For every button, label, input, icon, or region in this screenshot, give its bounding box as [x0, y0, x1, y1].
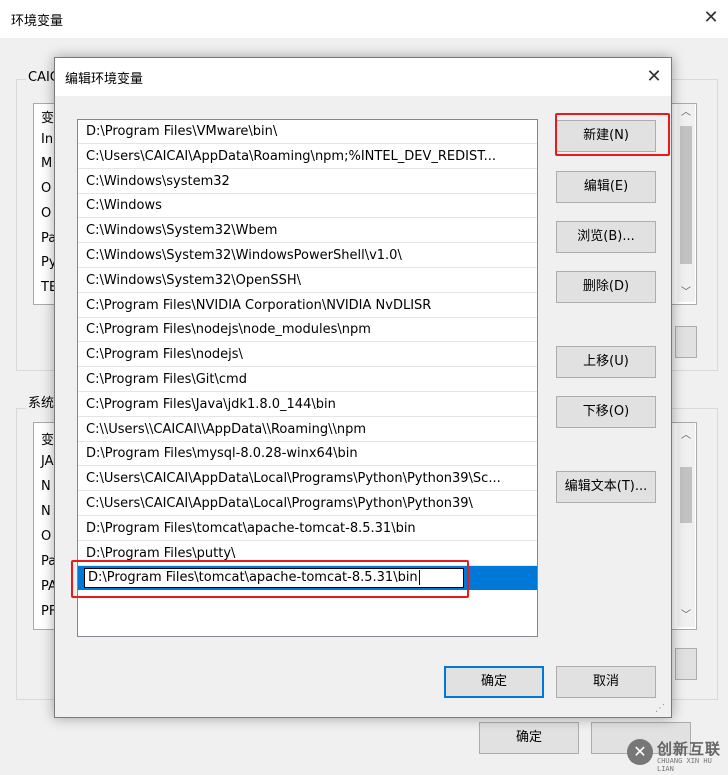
- bg-system-button[interactable]: [675, 648, 697, 680]
- path-text: C:\Windows: [86, 198, 162, 214]
- scroll-up-icon[interactable]: ︿: [677, 427, 695, 445]
- path-text: C:\Windows\System32\Wbem: [86, 223, 278, 239]
- path-list-item[interactable]: C:\Windows: [78, 194, 537, 219]
- path-text: C:\Users\CAICAI\AppData\Local\Programs\P…: [86, 471, 501, 487]
- path-list-item[interactable]: C:\Program Files\Git\cmd: [78, 368, 537, 392]
- text-caret: [418, 570, 420, 585]
- system-variable-row[interactable]: N: [41, 479, 51, 494]
- path-text: C:\\Users\\CAICAI\\AppData\\Roaming\\npm: [86, 421, 366, 437]
- system-variable-row[interactable]: JA: [41, 454, 54, 469]
- path-list-item[interactable]: D:\Program Files\putty\: [78, 542, 537, 566]
- path-list-item[interactable]: C:\Windows\System32\Wbem: [78, 219, 537, 244]
- path-list-item[interactable]: C:\Program Files\Java\jdk1.8.0_144\bin: [78, 393, 537, 417]
- bg-user-button[interactable]: [675, 326, 697, 358]
- user-variable-row[interactable]: In: [41, 132, 53, 147]
- path-text: C:\Windows\system32: [86, 173, 230, 189]
- resize-grip-icon[interactable]: ⋰: [655, 703, 667, 715]
- path-list-item[interactable]: C:\Program Files\nodejs\node_modules\npm: [78, 318, 537, 343]
- scroll-down-icon[interactable]: ﹀: [677, 607, 695, 625]
- path-text: D:\Program Files\putty\: [86, 545, 236, 561]
- edit-text-button[interactable]: 编辑文本(T)...: [556, 471, 656, 503]
- scroll-down-icon[interactable]: ﹀: [677, 284, 695, 302]
- bg-title-bar: 环境变量 ✕: [0, 0, 728, 38]
- system-variable-row[interactable]: O: [41, 529, 51, 544]
- user-variable-row[interactable]: O: [41, 206, 51, 221]
- cancel-button[interactable]: 取消: [556, 666, 656, 698]
- path-list-item[interactable]: C:\Windows\System32\WindowsPowerShell\v1…: [78, 244, 537, 268]
- dialog-title-bar: 编辑环境变量 ✕: [55, 58, 671, 96]
- dialog-title: 编辑环境变量: [65, 72, 144, 87]
- edit-env-variable-dialog: 编辑环境变量 ✕ D:\Program Files\VMware\bin\ C:\…: [54, 57, 672, 718]
- system-list-scrollbar[interactable]: ︿ ﹀: [677, 423, 695, 627]
- bg-ok-button[interactable]: 确定: [479, 722, 579, 754]
- brand-logo-icon: ✕: [627, 739, 653, 765]
- path-text: C:\Program Files\nodejs\: [86, 347, 243, 363]
- path-text: C:\Program Files\Java\jdk1.8.0_144\bin: [86, 396, 336, 412]
- system-variable-row[interactable]: N: [41, 504, 51, 519]
- user-variable-row[interactable]: M: [41, 156, 52, 171]
- path-list-item[interactable]: C:\Users\CAICAI\AppData\Roaming\npm;%INT…: [78, 145, 537, 169]
- path-list-item[interactable]: C:\Program Files\nodejs\: [78, 343, 537, 368]
- bg-window-title: 环境变量: [11, 14, 64, 29]
- path-text: C:\Program Files\NVIDIA Corporation\NVID…: [86, 297, 432, 313]
- editing-row[interactable]: D:\Program Files\tomcat\apache-tomcat-8.…: [78, 566, 537, 590]
- path-list-item[interactable]: C:\Windows\System32\OpenSSH\: [78, 269, 537, 293]
- path-list-item[interactable]: C:\\Users\\CAICAI\\AppData\\Roaming\\npm: [78, 418, 537, 442]
- scroll-thumb[interactable]: [680, 126, 692, 264]
- path-list-item[interactable]: C:\Windows\system32: [78, 170, 537, 194]
- bg-close-icon[interactable]: ✕: [697, 6, 725, 30]
- path-text: C:\Users\CAICAI\AppData\Roaming\npm;%INT…: [86, 148, 497, 164]
- path-text: C:\Program Files\nodejs\node_modules\npm: [86, 322, 371, 338]
- path-text: D:\Program Files\tomcat\apache-tomcat-8.…: [86, 520, 416, 536]
- delete-button[interactable]: 删除(D): [556, 271, 656, 303]
- system-variable-row[interactable]: 变: [41, 429, 54, 448]
- user-variable-row[interactable]: O: [41, 181, 51, 196]
- path-text: D:\Program Files\VMware\bin\: [86, 124, 278, 139]
- path-list-item[interactable]: D:\Program Files\mysql-8.0.28-winx64\bin: [78, 442, 537, 467]
- scroll-up-icon[interactable]: ︿: [677, 104, 695, 122]
- path-text: C:\Windows\System32\OpenSSH\: [86, 272, 302, 288]
- path-text: C:\Program Files\Git\cmd: [86, 372, 247, 387]
- path-list-item[interactable]: D:\Program Files\VMware\bin\: [78, 120, 537, 144]
- path-edit-value: D:\Program Files\tomcat\apache-tomcat-8.…: [88, 570, 418, 585]
- edit-button[interactable]: 编辑(E): [556, 171, 656, 203]
- browse-button[interactable]: 浏览(B)...: [556, 221, 656, 253]
- path-list-item[interactable]: D:\Program Files\tomcat\apache-tomcat-8.…: [78, 517, 537, 541]
- path-list-item[interactable]: C:\Users\CAICAI\AppData\Local\Programs\P…: [78, 467, 537, 492]
- path-list-item[interactable]: C:\Users\CAICAI\AppData\Local\Programs\P…: [78, 492, 537, 516]
- watermark-subtitle: CHUANG XIN HU LIAN: [657, 757, 712, 773]
- path-list-item[interactable]: C:\Program Files\NVIDIA Corporation\NVID…: [78, 294, 537, 318]
- watermark: ✕ 创新互联 CHUANG XIN HU LIAN: [625, 735, 725, 773]
- path-text: C:\Windows\System32\WindowsPowerShell\v1…: [86, 248, 402, 263]
- watermark-brand: 创新互联: [657, 740, 722, 758]
- user-list-scrollbar[interactable]: ︿ ﹀: [677, 104, 695, 302]
- user-variable-row[interactable]: 变: [41, 107, 54, 126]
- new-button[interactable]: 新建(N): [556, 120, 656, 152]
- ok-button[interactable]: 确定: [444, 666, 544, 698]
- move-up-button[interactable]: 上移(U): [556, 346, 656, 378]
- scroll-thumb[interactable]: [680, 467, 692, 523]
- move-down-button[interactable]: 下移(O): [556, 396, 656, 428]
- system-variables-label: 系统: [26, 392, 57, 411]
- close-icon[interactable]: ✕: [641, 64, 667, 90]
- path-edit-input[interactable]: D:\Program Files\tomcat\apache-tomcat-8.…: [84, 568, 464, 588]
- path-list[interactable]: D:\Program Files\VMware\bin\ C:\Users\CAI…: [77, 119, 538, 637]
- path-text: D:\Program Files\mysql-8.0.28-winx64\bin: [86, 446, 358, 462]
- path-text: C:\Users\CAICAI\AppData\Local\Programs\P…: [86, 496, 473, 511]
